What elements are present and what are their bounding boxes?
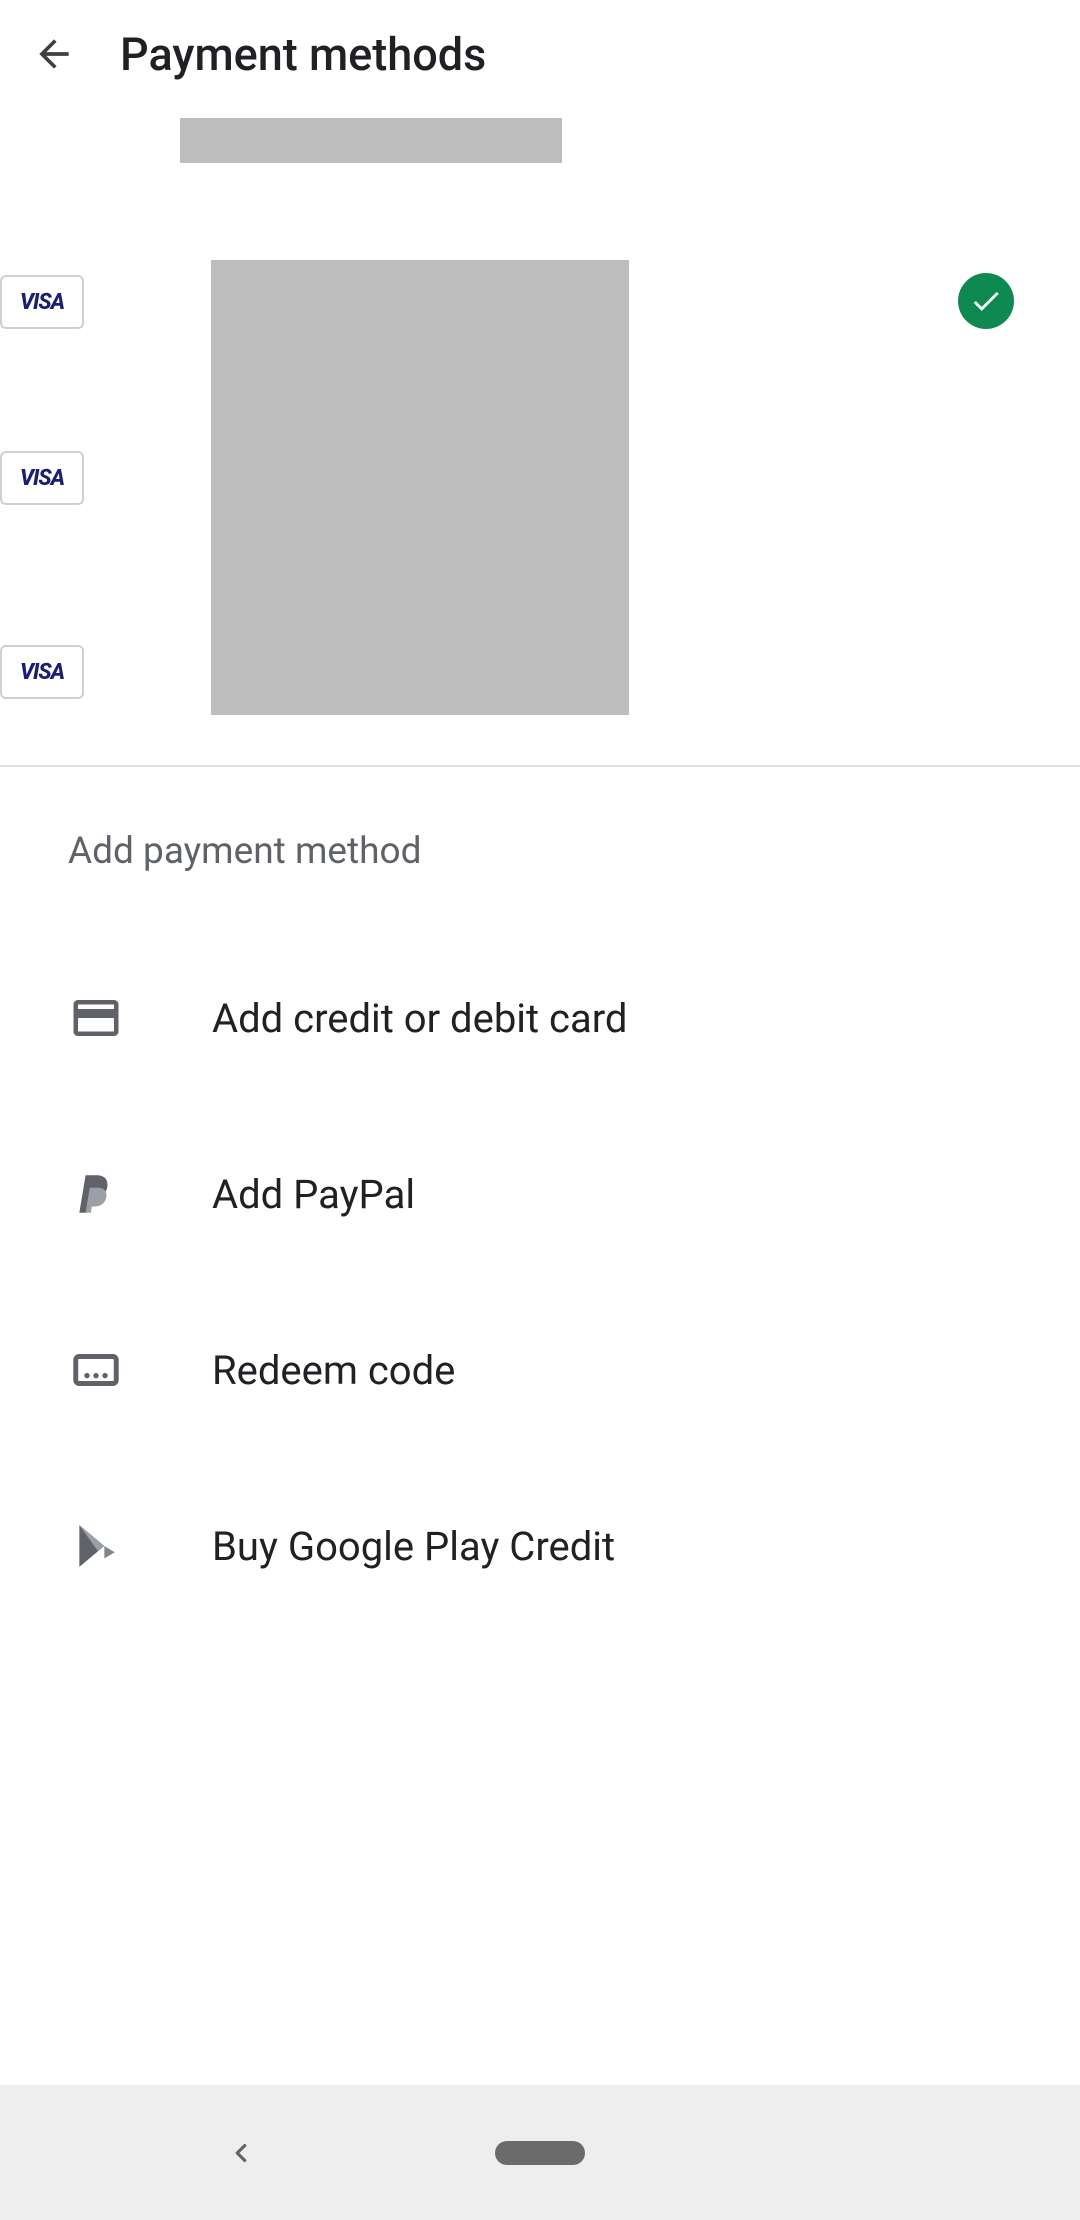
system-navbar bbox=[0, 2085, 1080, 2220]
add-paypal-option[interactable]: Add PayPal bbox=[0, 1106, 1080, 1282]
card-brand-icon[interactable]: VISA bbox=[0, 275, 84, 329]
buy-play-credit-label: Buy Google Play Credit bbox=[212, 1523, 615, 1570]
page-title: Payment methods bbox=[120, 28, 486, 81]
add-paypal-label: Add PayPal bbox=[212, 1171, 415, 1218]
card-brand-icon[interactable]: VISA bbox=[0, 451, 84, 505]
google-play-icon bbox=[66, 1516, 126, 1576]
system-back-button[interactable] bbox=[223, 2135, 259, 2171]
add-payment-options: Add credit or debit card Add PayPal Rede… bbox=[0, 930, 1080, 1634]
header: Payment methods bbox=[0, 0, 1080, 108]
add-card-option[interactable]: Add credit or debit card bbox=[0, 930, 1080, 1106]
card-brand-icon[interactable]: VISA bbox=[0, 645, 84, 699]
back-button[interactable] bbox=[30, 30, 78, 78]
credit-card-icon bbox=[66, 988, 126, 1048]
arrow-left-icon bbox=[32, 32, 76, 76]
divider bbox=[0, 765, 1080, 767]
section-label: Add payment method bbox=[68, 830, 422, 873]
add-card-label: Add credit or debit card bbox=[212, 995, 627, 1042]
redeem-code-icon bbox=[66, 1340, 126, 1400]
system-home-pill[interactable] bbox=[495, 2141, 585, 2165]
buy-play-credit-option[interactable]: Buy Google Play Credit bbox=[0, 1458, 1080, 1634]
selected-checkmark-icon bbox=[958, 273, 1014, 329]
redeem-code-label: Redeem code bbox=[212, 1347, 455, 1394]
redeem-code-option[interactable]: Redeem code bbox=[0, 1282, 1080, 1458]
redacted-block bbox=[211, 260, 629, 715]
paypal-icon bbox=[66, 1164, 126, 1224]
redacted-block bbox=[180, 118, 562, 163]
